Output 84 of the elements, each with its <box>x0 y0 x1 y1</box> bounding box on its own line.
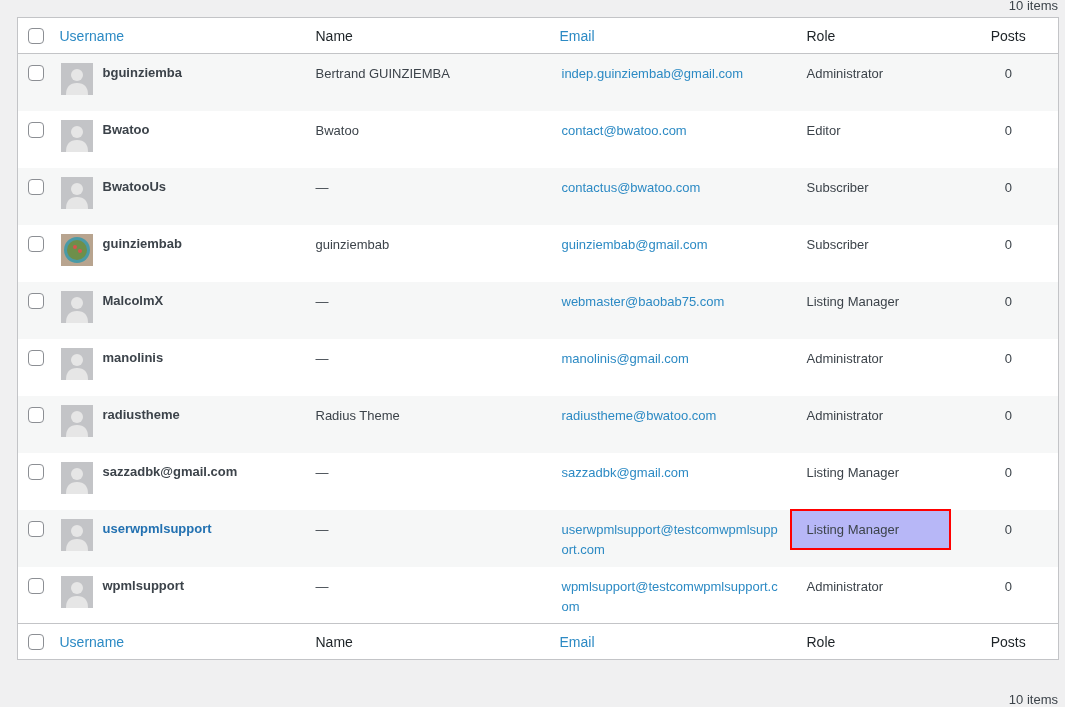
row-checkbox[interactable] <box>28 121 44 138</box>
role-text: Listing Manager <box>806 463 900 482</box>
avatar-icon <box>60 404 93 437</box>
avatar-icon <box>60 347 93 380</box>
profile-link[interactable]: userwpmlsupport <box>102 518 212 539</box>
profile-link[interactable]: manolinis <box>102 347 164 368</box>
avatar-icon <box>60 176 93 209</box>
profile-link[interactable]: guinziembab <box>102 233 182 254</box>
posts-count: 0 <box>1004 350 1012 366</box>
column-heading: Name <box>315 27 353 44</box>
mailto-link[interactable]: sazzadbk@gmail.com <box>561 462 783 483</box>
row-checkbox[interactable] <box>28 178 44 195</box>
avatar-icon <box>60 63 93 95</box>
mailto-link[interactable]: wpmlsupport@testcomwpmlsupport.com <box>561 576 783 617</box>
name-text: — <box>315 293 329 309</box>
column-heading: Posts <box>990 633 1026 650</box>
profile-link[interactable]: bguinziemba <box>102 63 182 83</box>
mailto-link[interactable]: indep.guinziembab@gmail.com <box>561 64 783 84</box>
mailto-link[interactable]: contactus@bwatoo.com <box>561 177 783 198</box>
profile-link[interactable]: BwatooUs <box>102 176 167 197</box>
role-text: Administrator <box>806 349 885 368</box>
name-text: — <box>315 578 329 594</box>
profile-link[interactable]: MalcolmX <box>102 290 164 311</box>
column-sort-link[interactable]: Email <box>559 633 595 650</box>
avatar-icon <box>60 461 93 494</box>
role-text: Listing Manager <box>806 292 900 311</box>
name-text: — <box>315 179 329 195</box>
role-text: Subscriber <box>806 178 870 197</box>
column-heading: Posts <box>990 27 1026 44</box>
role-text: Administrator <box>806 65 885 83</box>
column-heading: Role <box>806 27 836 44</box>
column-sort-link[interactable]: Username <box>59 633 125 650</box>
name-text: — <box>315 521 329 537</box>
mailto-link[interactable]: webmaster@baobab75.com <box>561 291 783 312</box>
row-checkbox[interactable] <box>28 463 44 480</box>
photo-placeholder <box>60 233 93 266</box>
column-sort-link[interactable]: Email <box>559 27 595 44</box>
name-text: guinziembab <box>315 236 390 252</box>
column-heading: Role <box>806 633 836 650</box>
posts-count: 0 <box>1004 578 1012 594</box>
name-text: — <box>315 464 329 480</box>
posts-count: 0 <box>1004 407 1012 423</box>
name-text: Bertrand GUINZIEMBA <box>315 66 450 81</box>
mailto-link[interactable]: guinziembab@gmail.com <box>561 234 783 255</box>
row-checkbox[interactable] <box>28 520 44 537</box>
posts-count: 0 <box>1004 293 1012 309</box>
row-checkbox[interactable] <box>28 349 44 366</box>
row-checkbox[interactable] <box>28 235 44 252</box>
posts-count: 0 <box>1004 236 1012 252</box>
item-count: 10 items <box>1008 0 1058 10</box>
name-text: Radius Theme <box>315 407 400 423</box>
avatar-icon <box>60 518 93 551</box>
profile-link[interactable]: sazzadbk@gmail.com <box>102 461 238 482</box>
row-checkbox[interactable] <box>28 577 44 594</box>
item-count: 10 items <box>1008 691 1058 707</box>
select-all-checkbox[interactable] <box>28 27 44 44</box>
profile-link[interactable]: wpmlsupport <box>102 575 185 596</box>
posts-count: 0 <box>1004 179 1012 195</box>
profile-link[interactable]: Bwatoo <box>102 119 150 140</box>
name-text: Bwatoo <box>315 122 359 138</box>
select-all-checkbox[interactable] <box>28 633 44 650</box>
mailto-link[interactable]: userwpmlsupport@testcomwpmlsupport.com <box>561 519 783 560</box>
avatar-icon <box>60 575 93 608</box>
mailto-link[interactable]: radiustheme@bwatoo.com <box>561 405 783 426</box>
mailto-link[interactable]: manolinis@gmail.com <box>561 348 783 369</box>
posts-count: 0 <box>1004 464 1012 480</box>
mailto-link[interactable]: contact@bwatoo.com <box>561 120 783 141</box>
posts-count: 0 <box>1004 66 1012 81</box>
role-text: Administrator <box>806 406 885 425</box>
role-text: Listing Manager <box>789 508 951 550</box>
column-sort-link[interactable]: Username <box>59 27 125 44</box>
avatar-icon <box>60 290 93 323</box>
posts-count: 0 <box>1004 122 1012 138</box>
role-text: Subscriber <box>806 235 870 254</box>
role-text: Editor <box>806 121 842 140</box>
posts-count: 0 <box>1004 521 1012 537</box>
row-checkbox[interactable] <box>28 292 44 309</box>
row-checkbox[interactable] <box>28 406 44 423</box>
role-text: Administrator <box>806 577 885 596</box>
profile-link[interactable]: radiustheme <box>102 404 180 425</box>
column-heading: Name <box>315 633 353 650</box>
name-text: — <box>315 350 329 366</box>
row-checkbox[interactable] <box>28 65 44 81</box>
avatar-icon <box>60 119 93 152</box>
